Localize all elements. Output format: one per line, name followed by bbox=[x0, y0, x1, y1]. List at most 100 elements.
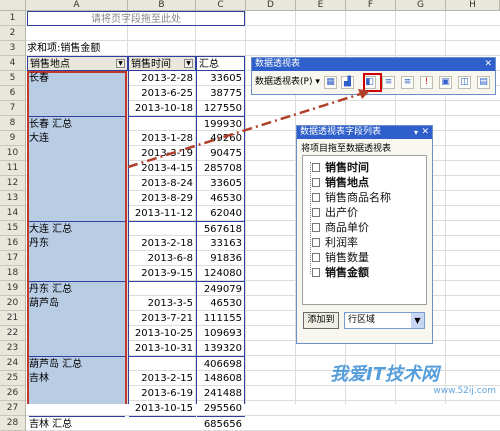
row-header[interactable]: 28 bbox=[0, 416, 26, 431]
pivot-place-cell[interactable] bbox=[29, 266, 125, 281]
area-select[interactable]: 行区域 ▼ bbox=[344, 312, 425, 329]
pivot-place-cell[interactable]: 丹东 bbox=[29, 236, 125, 251]
field-list-item[interactable]: 销售金额 bbox=[312, 266, 369, 279]
pivot-place-cell[interactable] bbox=[29, 251, 125, 266]
refresh-icon[interactable]: ! bbox=[420, 76, 433, 89]
row-header[interactable]: 27 bbox=[0, 401, 26, 416]
column-header[interactable]: C bbox=[196, 0, 246, 11]
pivot-place-cell[interactable]: 大连 汇总 bbox=[29, 221, 125, 236]
col-field-dropdown-icon[interactable]: ▼ bbox=[184, 59, 193, 68]
field-list-icon[interactable]: ▤ bbox=[477, 76, 490, 89]
pivot-place-cell[interactable]: 丹东 汇总 bbox=[29, 281, 125, 296]
row-header[interactable]: 20 bbox=[0, 296, 26, 311]
row-header[interactable]: 9 bbox=[0, 131, 26, 146]
row-header[interactable]: 25 bbox=[0, 371, 26, 386]
row-header[interactable]: 22 bbox=[0, 326, 26, 341]
field-settings-icon[interactable]: ◫ bbox=[458, 76, 471, 89]
column-header[interactable]: F bbox=[346, 0, 396, 11]
pivot-value-cell[interactable]: 685656 bbox=[197, 416, 245, 431]
column-header[interactable]: E bbox=[296, 0, 346, 11]
pivot-place-cell[interactable] bbox=[29, 86, 125, 101]
field-checkbox-icon[interactable] bbox=[312, 253, 320, 262]
row-header[interactable]: 13 bbox=[0, 191, 26, 206]
pivot-place-cell[interactable] bbox=[29, 191, 125, 206]
select-all-corner[interactable] bbox=[0, 0, 26, 11]
pivot-date-cell[interactable]: 2013-2-15 bbox=[129, 371, 196, 386]
row-header[interactable]: 7 bbox=[0, 101, 26, 116]
row-header[interactable]: 8 bbox=[0, 116, 26, 131]
pivot-date-cell[interactable]: 2013-10-15 bbox=[129, 401, 196, 416]
row-header[interactable]: 23 bbox=[0, 341, 26, 356]
row-header[interactable]: 5 bbox=[0, 71, 26, 86]
pivot-place-cell[interactable]: 葫芦岛 汇总 bbox=[29, 356, 125, 371]
field-checkbox-icon[interactable] bbox=[312, 223, 320, 232]
pivot-place-cell[interactable]: 葫芦岛 bbox=[29, 296, 125, 311]
show-detail-icon[interactable]: ≡ bbox=[401, 76, 414, 89]
field-list-titlebar[interactable]: 数据透视表字段列表 ▾ ✕ bbox=[297, 126, 432, 139]
pivot-place-cell[interactable] bbox=[29, 161, 125, 176]
field-list-item[interactable]: 销售地点 bbox=[312, 176, 369, 189]
pivot-date-cell[interactable]: 2013-8-24 bbox=[129, 176, 196, 191]
row-header[interactable]: 14 bbox=[0, 206, 26, 221]
pivot-date-cell[interactable]: 2013-9-15 bbox=[129, 266, 196, 281]
pivot-date-cell[interactable]: 2013-10-25 bbox=[129, 326, 196, 341]
column-header[interactable]: D bbox=[246, 0, 296, 11]
pivot-date-cell[interactable]: 2013-3-5 bbox=[129, 296, 196, 311]
field-checkbox-icon[interactable] bbox=[312, 163, 320, 172]
field-list-item[interactable]: 销售时间 bbox=[312, 161, 369, 174]
column-header[interactable]: H bbox=[446, 0, 500, 11]
pivot-date-cell[interactable]: 2013-2-28 bbox=[129, 71, 196, 86]
row-field-dropdown-icon[interactable]: ▼ bbox=[116, 59, 125, 68]
pivot-place-cell[interactable] bbox=[29, 101, 125, 116]
pivot-date-cell[interactable]: 2013-11-12 bbox=[129, 206, 196, 221]
row-header[interactable]: 6 bbox=[0, 86, 26, 101]
row-header[interactable]: 10 bbox=[0, 146, 26, 161]
close-icon[interactable]: ✕ bbox=[484, 58, 492, 71]
field-checkbox-icon[interactable] bbox=[312, 268, 320, 277]
row-header[interactable]: 16 bbox=[0, 236, 26, 251]
pivot-date-cell[interactable]: 2013-6-19 bbox=[129, 386, 196, 401]
pivot-date-cell[interactable] bbox=[129, 221, 196, 236]
pivot-place-cell[interactable] bbox=[29, 146, 125, 161]
field-list-item[interactable]: 利润率 bbox=[312, 236, 358, 249]
row-header[interactable]: 17 bbox=[0, 251, 26, 266]
include-hidden-icon[interactable]: ▣ bbox=[439, 76, 452, 89]
row-header[interactable]: 1 bbox=[0, 11, 26, 26]
row-header[interactable]: 2 bbox=[0, 26, 26, 41]
close-icon[interactable]: ✕ bbox=[421, 126, 429, 139]
pivot-place-cell[interactable]: 吉林 bbox=[29, 371, 125, 386]
dropdown-icon[interactable]: ▾ bbox=[414, 126, 418, 139]
row-header[interactable]: 11 bbox=[0, 161, 26, 176]
field-list-panel[interactable]: 数据透视表字段列表 ▾ ✕ 将项目拖至数据透视表 销售时间 销售地点 销售商品名称出… bbox=[296, 125, 433, 344]
hide-detail-icon[interactable]: ≡ bbox=[382, 76, 395, 89]
field-checkbox-icon[interactable] bbox=[312, 178, 320, 187]
field-list-item[interactable]: 销售商品名称 bbox=[312, 191, 391, 204]
page-field-drop-zone[interactable]: 请将页字段拖至此处 bbox=[27, 11, 245, 26]
column-header[interactable]: A bbox=[26, 0, 128, 11]
row-header[interactable]: 3 bbox=[0, 41, 26, 56]
pivot-place-cell[interactable] bbox=[29, 341, 125, 356]
pivot-place-cell[interactable]: 大连 bbox=[29, 131, 125, 146]
pivot-place-cell[interactable] bbox=[29, 326, 125, 341]
col-field-button[interactable]: 销售时间 ▼ bbox=[128, 56, 196, 71]
pivot-date-cell[interactable]: 2013-8-29 bbox=[129, 191, 196, 206]
pivot-date-cell[interactable] bbox=[129, 281, 196, 296]
pivot-place-cell[interactable] bbox=[29, 386, 125, 401]
pivot-place-cell[interactable]: 吉林 汇总 bbox=[29, 416, 125, 431]
pivot-toolbar-titlebar[interactable]: 数据透视表 ✕ bbox=[252, 58, 495, 71]
pivot-date-cell[interactable]: 2013-6-8 bbox=[129, 251, 196, 266]
row-header[interactable]: 19 bbox=[0, 281, 26, 296]
column-header[interactable]: B bbox=[128, 0, 196, 11]
row-header[interactable]: 4 bbox=[0, 56, 26, 71]
chevron-down-icon[interactable]: ▼ bbox=[411, 313, 424, 328]
pivot-place-cell[interactable] bbox=[29, 401, 125, 416]
pivot-place-cell[interactable]: 长春 bbox=[29, 71, 125, 86]
pivot-place-cell[interactable] bbox=[29, 311, 125, 326]
row-header[interactable]: 24 bbox=[0, 356, 26, 371]
pivot-date-cell[interactable]: 2013-2-18 bbox=[129, 236, 196, 251]
field-checkbox-icon[interactable] bbox=[312, 238, 320, 247]
column-header[interactable]: G bbox=[396, 0, 446, 11]
row-header[interactable]: 12 bbox=[0, 176, 26, 191]
add-to-button[interactable]: 添加到 bbox=[303, 312, 339, 329]
pivot-date-cell[interactable] bbox=[129, 416, 196, 431]
